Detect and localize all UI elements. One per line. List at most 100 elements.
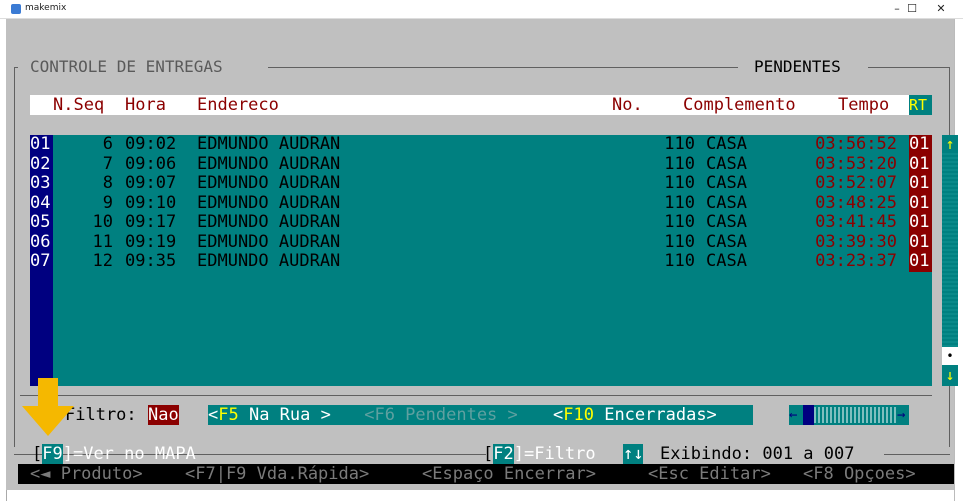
opcoes-button[interactable]: <F8 Opçoes>: [803, 464, 916, 484]
row-hora: 09:19: [125, 231, 177, 252]
scroll-up-icon[interactable]: ↑: [942, 135, 958, 153]
row-complemento: CASA: [706, 134, 747, 154]
row-seq: 8: [102, 173, 113, 193]
row-complemento: CASA: [706, 251, 747, 271]
f9-map-button[interactable]: [F9]=Ver no MAPA: [32, 444, 196, 464]
row-tempo: 03:39:30: [815, 231, 897, 252]
tab-f10-key: F10: [563, 405, 594, 425]
row-rt: 01: [909, 134, 932, 155]
row-complemento: CASA: [706, 231, 747, 252]
tab-encerradas-label: Encerradas>: [593, 405, 717, 425]
frame-top-line: [268, 67, 738, 68]
arrow-down-icon: [22, 378, 74, 436]
table-row[interactable]: 01 6 09:02 EDMUNDO AUDRAN 110 CASA 03:56…: [30, 134, 932, 155]
tab-na-rua[interactable]: <F5 Na Rua >: [208, 405, 331, 425]
row-seq: 7: [102, 153, 113, 174]
row-tempo: 03:41:45: [815, 212, 897, 232]
row-rt: 01: [909, 154, 932, 174]
row-seq: 11: [92, 231, 113, 252]
row-tempo: 03:52:07: [815, 173, 897, 193]
header-complemento: Complemento: [683, 95, 796, 115]
row-endereco: EDMUNDO AUDRAN: [197, 212, 341, 232]
row-hora: 09:35: [125, 251, 177, 271]
row-rt: 01: [909, 232, 932, 252]
table-row[interactable]: 04 9 09:10 EDMUNDO AUDRAN 110 CASA 03:48…: [30, 192, 932, 213]
tab-na-rua-label: Na Rua >: [238, 405, 331, 425]
status-title: PENDENTES: [750, 57, 845, 76]
table-row[interactable]: 03 8 09:07 EDMUNDO AUDRAN 110 CASA 03:52…: [30, 173, 932, 194]
row-tempo: 03:53:20: [815, 153, 897, 174]
page-title: CONTROLE DE ENTREGAS: [26, 57, 227, 76]
editar-button[interactable]: <Esc Editar>: [648, 464, 771, 484]
row-index: 05: [30, 212, 51, 232]
row-rt: 01: [909, 173, 932, 194]
row-complemento: CASA: [706, 173, 747, 193]
window-title: makemix: [25, 3, 67, 13]
row-rt: 01: [909, 193, 932, 213]
header-hora: Hora: [125, 95, 166, 115]
frame-separator-line: [20, 395, 932, 396]
table-row[interactable]: 07 12 09:35 EDMUNDO AUDRAN 110 CASA 03:2…: [30, 251, 932, 272]
scroll-thumb[interactable]: •: [942, 347, 958, 365]
row-hora: 09:06: [125, 153, 177, 174]
horizontal-scroll-track[interactable]: [814, 407, 896, 423]
scroll-left-icon[interactable]: ←: [789, 405, 797, 425]
scroll-down-icon[interactable]: ↓: [942, 366, 958, 384]
row-index: 07: [30, 251, 51, 271]
window-titlebar[interactable]: [0, 0, 963, 19]
header-seq: N.Seq: [53, 95, 105, 115]
tab-pendentes[interactable]: <F6 Pendentes >: [354, 405, 528, 425]
scroll-track[interactable]: [942, 153, 958, 347]
header-rt: RT: [909, 95, 932, 115]
row-seq: 9: [102, 192, 113, 213]
frame-bottom-right-line: [884, 454, 950, 455]
row-index: 03: [30, 173, 51, 193]
row-no: 110: [664, 192, 695, 213]
f2-filter-button[interactable]: [F2]=Filtro: [483, 444, 596, 464]
row-no: 110: [664, 212, 695, 232]
header-tempo: Tempo: [838, 95, 890, 115]
f9-label: ]=Ver no MAPA: [62, 444, 196, 464]
maximize-button[interactable]: ☐: [897, 1, 927, 17]
row-endereco: EDMUNDO AUDRAN: [197, 153, 341, 174]
up-down-icon[interactable]: ↑↓: [623, 444, 644, 464]
row-index: 02: [30, 153, 51, 174]
f9-bracket: [: [32, 444, 43, 464]
row-hora: 09:17: [125, 212, 177, 232]
row-endereco: EDMUNDO AUDRAN: [197, 173, 341, 193]
row-complemento: CASA: [706, 192, 747, 213]
f9-key: F9: [42, 444, 63, 464]
close-button[interactable]: ✕: [926, 1, 956, 17]
row-no: 110: [664, 173, 695, 193]
row-hora: 09:07: [125, 173, 177, 193]
venda-rapida-button[interactable]: <F7|F9 Vda.Rápida>: [185, 464, 369, 484]
row-endereco: EDMUNDO AUDRAN: [197, 231, 341, 252]
produto-button[interactable]: <◄ Produto>: [30, 464, 143, 484]
app-icon: [11, 4, 21, 14]
row-no: 110: [664, 251, 695, 271]
row-tempo: 03:23:37: [815, 251, 897, 271]
table-row[interactable]: 06 11 09:19 EDMUNDO AUDRAN 110 CASA 03:3…: [30, 231, 932, 252]
frame-top-right-line: [868, 67, 950, 68]
filter-label: Filtro:: [65, 405, 137, 425]
scroll-right-icon[interactable]: →: [897, 405, 905, 425]
f2-bracket: [: [483, 444, 494, 464]
row-hora: 09:10: [125, 192, 177, 213]
row-no: 110: [664, 153, 695, 174]
row-hora: 09:02: [125, 134, 177, 154]
row-rt: 01: [909, 212, 932, 233]
table-row[interactable]: 02 7 09:06 EDMUNDO AUDRAN 110 CASA 03:53…: [30, 153, 932, 174]
tab-encerradas[interactable]: <F10 Encerradas>: [553, 405, 717, 425]
row-index: 04: [30, 192, 51, 213]
frame-left-line: [14, 67, 15, 447]
horizontal-scroll-thumb[interactable]: [803, 405, 814, 425]
encerrar-button[interactable]: <Espaço Encerrar>: [422, 464, 596, 484]
tab-bracket: <: [553, 405, 564, 425]
table-row[interactable]: 05 10 09:17 EDMUNDO AUDRAN 110 CASA 03:4…: [30, 212, 932, 233]
record-count: Exibindo: 001 a 007: [660, 444, 855, 464]
row-seq: 12: [92, 251, 113, 271]
row-index: 01: [30, 134, 51, 154]
filter-value[interactable]: Nao: [148, 405, 179, 425]
row-tempo: 03:48:25: [815, 192, 897, 213]
row-complemento: CASA: [706, 153, 747, 174]
